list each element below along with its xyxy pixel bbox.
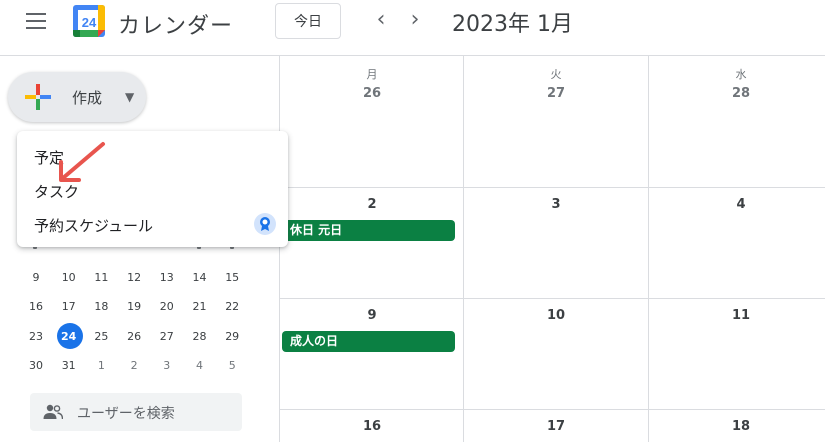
dow-mon: 月 — [366, 68, 378, 81]
day-cell-date[interactable]: 28 — [649, 86, 825, 101]
mini-calendar-day[interactable]: 1 — [85, 356, 117, 376]
menu-item-appointment-schedule[interactable]: 予約スケジュール — [34, 215, 153, 236]
day-cell-date[interactable]: 3 — [464, 197, 648, 212]
mini-calendar-day[interactable]: 17 — [53, 297, 85, 317]
mini-calendar-row: 9 10 11 12 13 14 15 — [20, 268, 250, 288]
mini-calendar-day[interactable]: 27 — [151, 327, 183, 347]
grid-divider — [463, 56, 464, 442]
month-title: 2023年 1月 — [452, 12, 573, 37]
mini-calendar-day[interactable]: 31 — [53, 356, 85, 376]
mini-calendar-day[interactable]: 14 — [184, 268, 216, 288]
mini-calendar-day[interactable]: 28 — [184, 327, 216, 347]
search-users-placeholder: ユーザーを検索 — [77, 406, 175, 422]
mini-calendar-day[interactable]: 18 — [85, 297, 117, 317]
mini-calendar-day[interactable]: 24 — [53, 327, 85, 347]
day-cell-date[interactable]: 10 — [464, 308, 648, 323]
plus-icon — [25, 84, 51, 110]
mini-calendar-day[interactable]: 26 — [118, 327, 150, 347]
header-divider — [0, 55, 825, 56]
day-cell-date[interactable]: 27 — [464, 86, 648, 101]
dow-tue: 火 — [550, 68, 562, 81]
grid-divider — [279, 187, 825, 188]
premium-badge-icon — [254, 213, 276, 235]
mini-calendar-row: 16 17 18 19 20 21 22 — [20, 297, 250, 317]
day-cell-date[interactable]: 18 — [649, 419, 825, 434]
day-cell-date[interactable]: 26 — [280, 86, 464, 101]
mini-calendar-day[interactable]: 3 — [151, 356, 183, 376]
app-title: カレンダー — [118, 14, 234, 39]
mini-calendar-day[interactable]: 23 — [20, 327, 52, 347]
search-users-field[interactable]: ユーザーを検索 — [30, 393, 242, 431]
mini-calendar-day[interactable]: 20 — [151, 297, 183, 317]
chevron-left-icon[interactable]: ‹ — [369, 8, 393, 32]
day-cell-date[interactable]: 17 — [464, 419, 648, 434]
mini-calendar-day[interactable]: 9 — [20, 268, 52, 288]
red-arrow-annotation — [59, 142, 105, 182]
today-button[interactable]: 今日 — [275, 3, 341, 39]
calendar-logo: 24 — [72, 4, 106, 38]
grid-divider — [648, 56, 649, 442]
day-cell-date[interactable]: 4 — [649, 197, 825, 212]
mini-calendar-row: 23 24 25 26 27 28 29 — [20, 327, 250, 347]
mini-calendar-day[interactable]: 29 — [216, 327, 248, 347]
mini-calendar-day[interactable]: 21 — [184, 297, 216, 317]
mini-calendar-day[interactable]: 13 — [151, 268, 183, 288]
mini-calendar-day[interactable]: 16 — [20, 297, 52, 317]
event-chip[interactable]: 休日 元日 — [282, 220, 455, 241]
day-cell-date[interactable]: 16 — [280, 419, 464, 434]
day-cell-date[interactable]: 9 — [280, 308, 464, 323]
grid-divider — [279, 409, 825, 410]
mini-calendar-day[interactable]: 25 — [85, 327, 117, 347]
create-label: 作成 — [72, 89, 103, 107]
grid-divider — [279, 56, 280, 442]
mini-calendar-day[interactable]: 10 — [53, 268, 85, 288]
mini-calendar-day[interactable]: 19 — [118, 297, 150, 317]
mini-calendar-day[interactable]: 12 — [118, 268, 150, 288]
day-cell-date[interactable]: 11 — [649, 308, 825, 323]
day-cell-date[interactable]: 2 — [280, 197, 464, 212]
event-chip[interactable]: 成人の日 — [282, 331, 455, 352]
mini-calendar-day[interactable]: 4 — [184, 356, 216, 376]
grid-divider — [279, 298, 825, 299]
dow-wed: 水 — [735, 68, 747, 81]
mini-calendar-day[interactable]: 2 — [118, 356, 150, 376]
logo-day: 24 — [82, 15, 97, 30]
mini-calendar-day[interactable]: 15 — [216, 268, 248, 288]
mini-calendar-day[interactable]: 5 — [216, 356, 248, 376]
mini-calendar-day[interactable]: 11 — [85, 268, 117, 288]
chevron-right-icon[interactable]: › — [403, 8, 427, 32]
create-button[interactable]: 作成 ▼ — [8, 72, 146, 122]
chevron-down-icon: ▼ — [125, 90, 135, 104]
people-icon — [43, 404, 63, 420]
mini-calendar-day[interactable]: 30 — [20, 356, 52, 376]
main-menu-icon[interactable] — [26, 11, 48, 31]
mini-calendar-row: 30 31 1 2 3 4 5 — [20, 356, 250, 376]
mini-calendar-day[interactable]: 22 — [216, 297, 248, 317]
